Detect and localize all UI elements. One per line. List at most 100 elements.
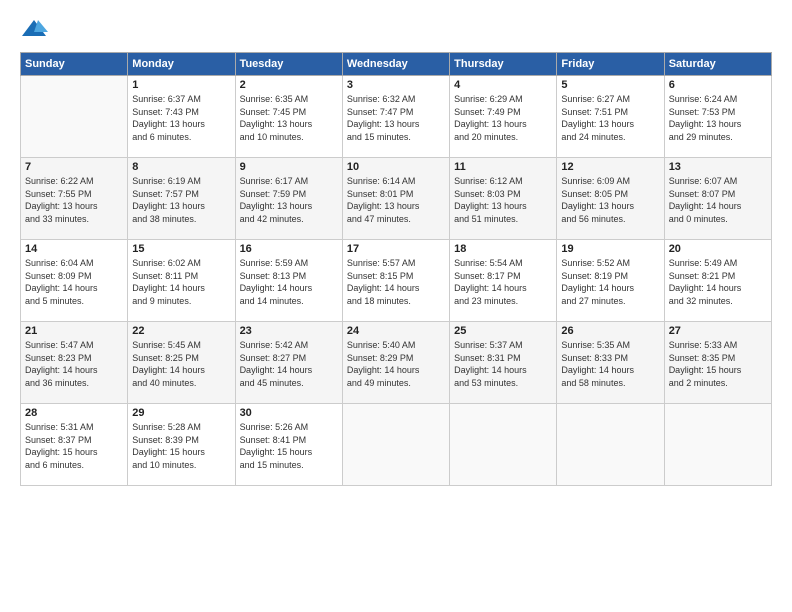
day-number: 11 (454, 161, 552, 173)
day-cell: 8 Sunrise: 6:19 AM Sunset: 7:57 PM Daylig… (128, 158, 235, 240)
day-number: 20 (669, 243, 767, 255)
day-cell: 6 Sunrise: 6:24 AM Sunset: 7:53 PM Daylig… (664, 76, 771, 158)
day-info: Sunrise: 6:07 AM Sunset: 8:07 PM Dayligh… (669, 175, 767, 225)
day-cell: 28 Sunrise: 5:31 AM Sunset: 8:37 PM Dayli… (21, 404, 128, 486)
day-info: Sunrise: 6:29 AM Sunset: 7:49 PM Dayligh… (454, 93, 552, 143)
day-info: Sunrise: 5:59 AM Sunset: 8:13 PM Dayligh… (240, 257, 338, 307)
day-number: 25 (454, 325, 552, 337)
day-cell: 27 Sunrise: 5:33 AM Sunset: 8:35 PM Dayli… (664, 322, 771, 404)
day-cell: 25 Sunrise: 5:37 AM Sunset: 8:31 PM Dayli… (450, 322, 557, 404)
day-info: Sunrise: 6:19 AM Sunset: 7:57 PM Dayligh… (132, 175, 230, 225)
day-cell: 19 Sunrise: 5:52 AM Sunset: 8:19 PM Dayli… (557, 240, 664, 322)
day-cell: 10Sunrise: 6:14 AM Sunset: 8:01 PM Dayli… (342, 158, 449, 240)
day-cell: 9Sunrise: 6:17 AM Sunset: 7:59 PM Daylig… (235, 158, 342, 240)
weekday-header-sunday: Sunday (21, 53, 128, 76)
day-info: Sunrise: 5:42 AM Sunset: 8:27 PM Dayligh… (240, 339, 338, 389)
day-number: 22 (132, 325, 230, 337)
day-info: Sunrise: 5:37 AM Sunset: 8:31 PM Dayligh… (454, 339, 552, 389)
weekday-header-tuesday: Tuesday (235, 53, 342, 76)
day-number: 26 (561, 325, 659, 337)
day-info: Sunrise: 6:35 AM Sunset: 7:45 PM Dayligh… (240, 93, 338, 143)
day-cell: 24 Sunrise: 5:40 AM Sunset: 8:29 PM Dayli… (342, 322, 449, 404)
day-info: Sunrise: 5:57 AM Sunset: 8:15 PM Dayligh… (347, 257, 445, 307)
day-number: 5 (561, 79, 659, 91)
day-info: Sunrise: 5:47 AM Sunset: 8:23 PM Dayligh… (25, 339, 123, 389)
day-info: Sunrise: 6:04 AM Sunset: 8:09 PM Dayligh… (25, 257, 123, 307)
weekday-header-wednesday: Wednesday (342, 53, 449, 76)
day-cell (664, 404, 771, 486)
day-number: 13 (669, 161, 767, 173)
day-number: 1 (132, 79, 230, 91)
day-cell: 23 Sunrise: 5:42 AM Sunset: 8:27 PM Dayli… (235, 322, 342, 404)
day-info: Sunrise: 5:28 AM Sunset: 8:39 PM Dayligh… (132, 421, 230, 471)
day-info: Sunrise: 5:35 AM Sunset: 8:33 PM Dayligh… (561, 339, 659, 389)
day-number: 14 (25, 243, 123, 255)
day-info: Sunrise: 5:49 AM Sunset: 8:21 PM Dayligh… (669, 257, 767, 307)
weekday-header-saturday: Saturday (664, 53, 771, 76)
week-row-4: 21 Sunrise: 5:47 AM Sunset: 8:23 PM Dayli… (21, 322, 772, 404)
day-cell (557, 404, 664, 486)
day-cell: 18Sunrise: 5:54 AM Sunset: 8:17 PM Dayli… (450, 240, 557, 322)
day-number: 19 (561, 243, 659, 255)
day-number: 3 (347, 79, 445, 91)
day-cell (21, 76, 128, 158)
logo-icon (20, 16, 48, 44)
day-info: Sunrise: 5:33 AM Sunset: 8:35 PM Dayligh… (669, 339, 767, 389)
day-info: Sunrise: 6:12 AM Sunset: 8:03 PM Dayligh… (454, 175, 552, 225)
day-info: Sunrise: 5:52 AM Sunset: 8:19 PM Dayligh… (561, 257, 659, 307)
day-info: Sunrise: 6:02 AM Sunset: 8:11 PM Dayligh… (132, 257, 230, 307)
day-number: 8 (132, 161, 230, 173)
day-number: 7 (25, 161, 123, 173)
weekday-header-monday: Monday (128, 53, 235, 76)
day-cell: 11 Sunrise: 6:12 AM Sunset: 8:03 PM Dayli… (450, 158, 557, 240)
day-number: 21 (25, 325, 123, 337)
day-cell: 1 Sunrise: 6:37 AM Sunset: 7:43 PM Daylig… (128, 76, 235, 158)
day-cell: 2 Sunrise: 6:35 AM Sunset: 7:45 PM Daylig… (235, 76, 342, 158)
header (20, 16, 772, 44)
day-info: Sunrise: 6:32 AM Sunset: 7:47 PM Dayligh… (347, 93, 445, 143)
day-cell: 16 Sunrise: 5:59 AM Sunset: 8:13 PM Dayli… (235, 240, 342, 322)
day-number: 24 (347, 325, 445, 337)
day-number: 29 (132, 407, 230, 419)
week-row-2: 7 Sunrise: 6:22 AM Sunset: 7:55 PM Daylig… (21, 158, 772, 240)
day-info: Sunrise: 5:31 AM Sunset: 8:37 PM Dayligh… (25, 421, 123, 471)
day-info: Sunrise: 6:37 AM Sunset: 7:43 PM Dayligh… (132, 93, 230, 143)
day-info: Sunrise: 5:40 AM Sunset: 8:29 PM Dayligh… (347, 339, 445, 389)
day-number: 30 (240, 407, 338, 419)
calendar-table: SundayMondayTuesdayWednesdayThursdayFrid… (20, 52, 772, 486)
day-info: Sunrise: 5:45 AM Sunset: 8:25 PM Dayligh… (132, 339, 230, 389)
weekday-header-friday: Friday (557, 53, 664, 76)
day-cell (342, 404, 449, 486)
day-cell: 5 Sunrise: 6:27 AM Sunset: 7:51 PM Daylig… (557, 76, 664, 158)
day-info: Sunrise: 5:26 AM Sunset: 8:41 PM Dayligh… (240, 421, 338, 471)
day-cell: 12Sunrise: 6:09 AM Sunset: 8:05 PM Dayli… (557, 158, 664, 240)
day-number: 2 (240, 79, 338, 91)
day-number: 28 (25, 407, 123, 419)
day-cell: 15 Sunrise: 6:02 AM Sunset: 8:11 PM Dayli… (128, 240, 235, 322)
logo (20, 16, 52, 44)
week-row-1: 1 Sunrise: 6:37 AM Sunset: 7:43 PM Daylig… (21, 76, 772, 158)
day-info: Sunrise: 6:22 AM Sunset: 7:55 PM Dayligh… (25, 175, 123, 225)
week-row-5: 28 Sunrise: 5:31 AM Sunset: 8:37 PM Dayli… (21, 404, 772, 486)
day-cell: 29 Sunrise: 5:28 AM Sunset: 8:39 PM Dayli… (128, 404, 235, 486)
day-info: Sunrise: 6:24 AM Sunset: 7:53 PM Dayligh… (669, 93, 767, 143)
day-number: 16 (240, 243, 338, 255)
calendar-page: SundayMondayTuesdayWednesdayThursdayFrid… (0, 0, 792, 612)
day-number: 6 (669, 79, 767, 91)
day-number: 27 (669, 325, 767, 337)
day-number: 12 (561, 161, 659, 173)
day-number: 9 (240, 161, 338, 173)
day-cell: 13 Sunrise: 6:07 AM Sunset: 8:07 PM Dayli… (664, 158, 771, 240)
day-number: 23 (240, 325, 338, 337)
day-cell: 3 Sunrise: 6:32 AM Sunset: 7:47 PM Daylig… (342, 76, 449, 158)
day-cell: 20 Sunrise: 5:49 AM Sunset: 8:21 PM Dayli… (664, 240, 771, 322)
day-info: Sunrise: 6:27 AM Sunset: 7:51 PM Dayligh… (561, 93, 659, 143)
day-info: Sunrise: 5:54 AM Sunset: 8:17 PM Dayligh… (454, 257, 552, 307)
day-cell: 4 Sunrise: 6:29 AM Sunset: 7:49 PM Daylig… (450, 76, 557, 158)
day-number: 4 (454, 79, 552, 91)
day-cell (450, 404, 557, 486)
weekday-header-thursday: Thursday (450, 53, 557, 76)
day-cell: 7 Sunrise: 6:22 AM Sunset: 7:55 PM Daylig… (21, 158, 128, 240)
day-number: 15 (132, 243, 230, 255)
weekday-header-row: SundayMondayTuesdayWednesdayThursdayFrid… (21, 53, 772, 76)
